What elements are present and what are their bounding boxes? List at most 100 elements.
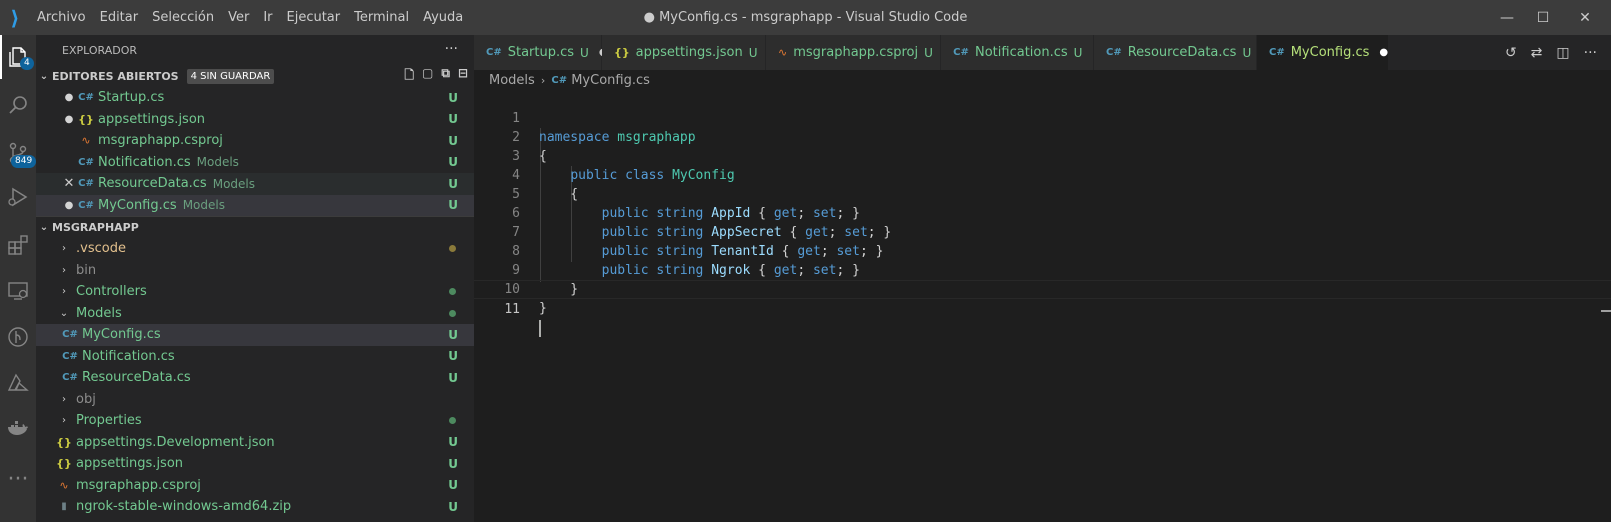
open-editor-item[interactable]: ● {} appsettings.json U [36,109,474,131]
explorer-sidebar: EXPLORADOR ··· ⌄ EDITORES ABIERTOS 4 SIN… [36,35,474,522]
chevron-right-icon: › [540,73,546,87]
git-status: U [448,370,458,385]
git-status: U [448,133,458,148]
tree-file[interactable]: C# ResourceData.cs U [36,367,474,389]
git-status: U [448,456,458,471]
tree-folder[interactable]: › obj [36,389,474,411]
breadcrumb-folder[interactable]: Models [489,73,535,88]
maximize-icon[interactable]: ☐ [1520,0,1566,35]
tab-notification[interactable]: C# Notification.cs U [941,35,1094,70]
modified-dot-icon [449,245,456,253]
tree-file[interactable]: {} appsettings.Development.json U [36,432,474,454]
more-icon[interactable]: ··· [0,457,36,501]
tab-appsettings[interactable]: {} appsettings.json U ● [602,35,776,70]
csharp-file-icon: C# [551,74,568,86]
scrollbar-marker[interactable] [1601,310,1611,312]
menu-terminal[interactable]: Terminal [347,0,416,35]
tree-file[interactable]: ▮ ngrok-stable-windows-amd64.zip U [36,496,474,518]
menu-ayuda[interactable]: Ayuda [416,0,470,35]
dirty-dot-icon[interactable]: ● [60,92,78,103]
tab-myconfig[interactable]: C# MyConfig.cs ● [1257,35,1389,70]
code-line: 8 public string Ngrok { get; set; } [474,223,1611,278]
dirty-dot-icon[interactable]: ● [60,200,78,211]
menu-archivo[interactable]: Archivo [30,0,93,35]
folder-name: bin [76,262,97,278]
git-graph-icon[interactable] [0,315,36,359]
tree-folder[interactable]: › bin [36,260,474,282]
file-name: msgraphapp.csproj [76,477,201,493]
tree-folder[interactable]: › Properties [36,410,474,432]
csharp-file-icon: C# [953,47,969,58]
open-editor-item[interactable]: ● C# Startup.cs U [36,87,474,109]
chevron-down-icon: ⌄ [39,222,49,233]
menu-ir[interactable]: Ir [256,0,279,35]
more-actions-icon[interactable]: ··· [1584,45,1597,61]
open-editors-section[interactable]: ⌄ EDITORES ABIERTOS 4 SIN GUARDAR 🗋 ▢ ⧉ … [36,65,474,87]
menu-editar[interactable]: Editar [93,0,146,35]
timeline-icon[interactable]: ↺ [1505,45,1517,61]
azure-icon[interactable] [0,361,36,405]
tree-file[interactable]: {} appsettings.json U [36,453,474,475]
untracked-dot-icon [449,309,456,317]
open-editor-item[interactable]: ● C# MyConfig.cs Models U [36,194,474,216]
dirty-dot-icon[interactable]: ● [1369,47,1388,58]
tree-folder[interactable]: › .vscode [36,238,474,260]
tree-file[interactable]: ∿ msgraphapp.csproj U [36,475,474,497]
code-line: 7 public string TenantId { get; set; } [474,204,1611,259]
close-editor-icon[interactable]: ✕ [60,176,78,191]
git-status: U [448,90,458,105]
open-editor-item[interactable]: ✕ C# ResourceData.cs Models U [36,173,474,195]
search-icon[interactable] [0,83,36,127]
collapse-all-icon[interactable]: ⊟ [458,66,468,87]
dirty-dot-icon[interactable]: ● [60,114,78,125]
tab-csproj[interactable]: ∿ msgraphapp.csproj U [766,35,941,70]
tree-folder[interactable]: ⌄ Models [36,303,474,325]
new-file-icon[interactable]: 🗋 [404,66,414,87]
tab-resourcedata[interactable]: C# ResourceData.cs U ● [1094,35,1270,70]
csharp-file-icon: C# [1106,47,1122,58]
folder-name: Properties [76,413,142,429]
close-icon[interactable]: ✕ [1562,0,1608,35]
tab-label: appsettings.json [635,45,743,60]
explorer-icon[interactable]: 4 [0,35,36,79]
compare-changes-icon[interactable]: ⇄ [1531,45,1543,61]
untracked-dot-icon [449,288,456,296]
code-line: 10 } [474,261,1611,316]
project-section[interactable]: ⌄ MSGRAPHAPP [36,216,474,238]
editor-tabs: C# Startup.cs U ● {} appsettings.json U … [474,35,1611,70]
file-name: MyConfig.cs [98,197,177,213]
tab-status: U [580,45,589,60]
file-name: appsettings.Development.json [76,434,275,450]
menu-seleccion[interactable]: Selección [145,0,221,35]
file-name: ResourceData.cs [82,370,191,386]
run-debug-icon[interactable] [0,175,36,219]
open-editor-item[interactable]: C# Notification.cs Models U [36,152,474,174]
more-actions-icon[interactable]: ··· [445,41,458,57]
sidebar-title: EXPLORADOR [62,43,138,57]
explorer-badge: 4 [20,57,34,70]
remote-explorer-icon[interactable] [0,269,36,313]
breadcrumb-file[interactable]: MyConfig.cs [567,73,650,88]
split-editor-icon[interactable]: ◫ [1556,45,1569,61]
code-line: 1 namespace msgraphapp [474,90,1611,145]
save-all-icon[interactable]: ⧉ [441,66,450,87]
open-editor-item[interactable]: ∿ msgraphapp.csproj U [36,130,474,152]
chevron-right-icon: › [62,415,66,427]
extensions-icon[interactable] [0,223,36,267]
tree-file[interactable]: C# MyConfig.cs U [36,324,474,346]
code-editor[interactable]: 1 namespace msgraphapp 2 { 3 public clas… [474,90,1611,522]
source-control-icon[interactable]: 849 [0,131,37,175]
git-status: U [448,112,458,127]
tab-startup[interactable]: C# Startup.cs U ● [474,35,608,70]
tree-file[interactable]: C# Notification.cs U [36,346,474,368]
docker-icon[interactable] [0,407,36,451]
menu-ver[interactable]: Ver [221,0,256,35]
tree-folder[interactable]: › Controllers [36,281,474,303]
csharp-file-icon: C# [78,156,94,168]
tab-status: U [1242,45,1252,60]
menu-ejecutar[interactable]: Ejecutar [280,0,348,35]
new-folder-icon[interactable]: ▢ [422,66,433,87]
csproj-file-icon: ∿ [81,134,91,148]
chevron-right-icon: › [62,243,66,255]
csproj-file-icon: ∿ [778,46,788,59]
